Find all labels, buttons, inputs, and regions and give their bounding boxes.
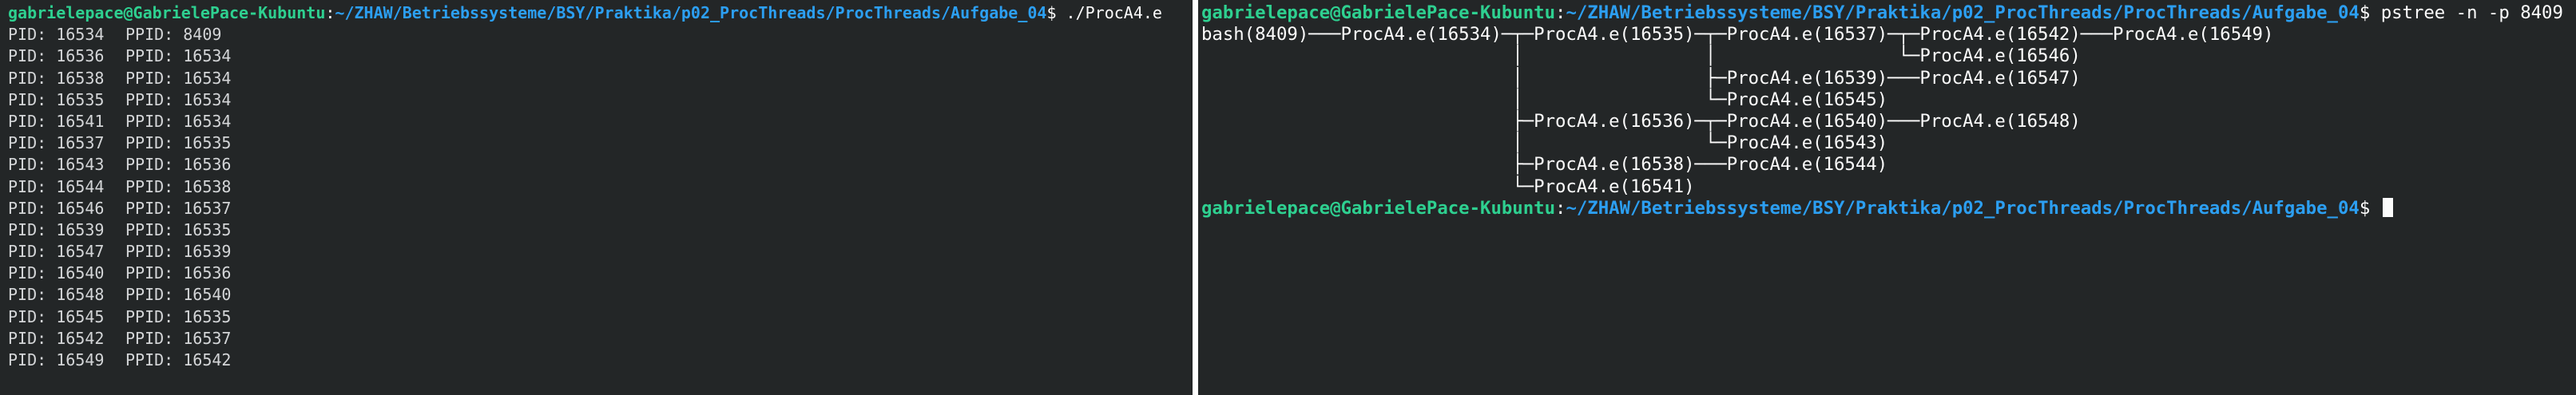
pid-value: PID: 16539 xyxy=(8,219,105,239)
ppid-value: PPID: 16540 xyxy=(125,285,232,305)
ppid-value: PPID: 16535 xyxy=(125,219,232,239)
prompt-user-host: gabrielepace@GabrielePace-Kubuntu xyxy=(1201,197,1555,219)
entered-command: ./ProcA4.e xyxy=(1066,3,1162,22)
process-row: PID: 16535 PPID: 16534 xyxy=(8,89,1193,111)
pstree-line: bash(8409)───ProcA4.e(16534)─┬─ProcA4.e(… xyxy=(1201,24,2274,45)
process-row: PID: 16543 PPID: 16536 xyxy=(8,154,1193,176)
prompt-path: ~/ZHAW/Betriebssysteme/BSY/Praktika/p02_… xyxy=(335,3,1047,22)
process-output-list: PID: 16534 PPID: 8409 PID: 16536 PPID: 1653… xyxy=(8,24,1193,371)
pstree-line: ├─ProcA4.e(16538)───ProcA4.e(16544) xyxy=(1201,154,1888,176)
pid-value: PID: 16543 xyxy=(8,155,105,175)
process-row: PID: 16539 PPID: 16535 xyxy=(8,219,1193,241)
ppid-value: PPID: 16534 xyxy=(125,111,232,131)
pid-value: PID: 16546 xyxy=(8,198,105,218)
pstree-output: bash(8409)───ProcA4.e(16534)─┬─ProcA4.e(… xyxy=(1201,24,2576,198)
process-row: PID: 16540 PPID: 16536 xyxy=(8,263,1193,284)
process-row: PID: 16534 PPID: 8409 xyxy=(8,24,1193,45)
pid-value: PID: 16535 xyxy=(8,89,105,109)
prompt-separator: : xyxy=(325,3,335,22)
entered-command: pstree -n -p 8409 xyxy=(2380,2,2563,23)
pid-value: PID: 16536 xyxy=(8,46,105,66)
pstree-line: └─ProcA4.e(16541) xyxy=(1201,176,1695,197)
left-terminal-pane[interactable]: gabrielepace@GabrielePace-Kubuntu:~/ZHAW… xyxy=(0,0,1193,395)
process-row: PID: 16541 PPID: 16534 xyxy=(8,111,1193,132)
ppid-value: PPID: 8409 xyxy=(125,25,222,45)
pid-value: PID: 16544 xyxy=(8,176,105,196)
prompt-separator: : xyxy=(1555,2,1566,23)
right-command-line: gabrielepace@GabrielePace-Kubuntu:~/ZHAW… xyxy=(1201,2,2576,24)
process-row: PID: 16549 PPID: 16542 xyxy=(8,350,1193,371)
ppid-value: PPID: 16535 xyxy=(125,133,232,153)
ppid-value: PPID: 16534 xyxy=(125,89,232,109)
ppid-value: PPID: 16535 xyxy=(125,306,232,326)
pstree-line: ├─ProcA4.e(16536)─┬─ProcA4.e(16540)───Pr… xyxy=(1201,110,2081,132)
pane-divider[interactable] xyxy=(1193,0,1198,395)
ppid-value: PPID: 16539 xyxy=(125,242,232,262)
right-terminal-pane[interactable]: gabrielepace@GabrielePace-Kubuntu:~/ZHAW… xyxy=(1198,0,2576,395)
pid-value: PID: 16534 xyxy=(8,25,105,45)
pstree-line: │ │ └─ProcA4.e(16546) xyxy=(1201,45,2081,67)
pid-value: PID: 16542 xyxy=(8,328,105,348)
ppid-value: PPID: 16537 xyxy=(125,198,232,218)
pid-value: PID: 16547 xyxy=(8,242,105,262)
pid-value: PID: 16540 xyxy=(8,263,105,283)
left-command-line: gabrielepace@GabrielePace-Kubuntu:~/ZHAW… xyxy=(8,2,1193,24)
process-row: PID: 16542 PPID: 16537 xyxy=(8,328,1193,350)
pstree-line: │ └─ProcA4.e(16545) xyxy=(1201,89,1888,110)
process-row: PID: 16537 PPID: 16535 xyxy=(8,132,1193,154)
active-prompt-line[interactable]: gabrielepace@GabrielePace-Kubuntu:~/ZHAW… xyxy=(1201,197,2576,219)
process-row: PID: 16548 PPID: 16540 xyxy=(8,284,1193,306)
pid-value: PID: 16548 xyxy=(8,285,105,305)
ppid-value: PPID: 16538 xyxy=(125,176,232,196)
prompt-user-host: gabrielepace@GabrielePace-Kubuntu xyxy=(1201,2,1555,23)
process-row: PID: 16546 PPID: 16537 xyxy=(8,198,1193,219)
pid-value: PID: 16537 xyxy=(8,133,105,153)
pid-value: PID: 16538 xyxy=(8,68,105,88)
prompt-user-host: gabrielepace@GabrielePace-Kubuntu xyxy=(8,3,326,22)
pid-value: PID: 16549 xyxy=(8,350,105,369)
pstree-line: │ ├─ProcA4.e(16539)───ProcA4.e(16547) xyxy=(1201,67,2081,89)
prompt-symbol: $ xyxy=(1046,3,1057,22)
ppid-value: PPID: 16534 xyxy=(125,46,232,66)
process-row: PID: 16544 PPID: 16538 xyxy=(8,176,1193,198)
process-row: PID: 16538 PPID: 16534 xyxy=(8,68,1193,89)
ppid-value: PPID: 16534 xyxy=(125,68,232,88)
ppid-value: PPID: 16537 xyxy=(125,328,232,348)
process-row: PID: 16547 PPID: 16539 xyxy=(8,241,1193,263)
terminal-cursor xyxy=(2382,197,2393,217)
ppid-value: PPID: 16536 xyxy=(125,263,232,283)
process-row: PID: 16545 PPID: 16535 xyxy=(8,306,1193,328)
prompt-path: ~/ZHAW/Betriebssysteme/BSY/Praktika/p02_… xyxy=(1566,197,2360,219)
prompt-symbol: $ xyxy=(2359,197,2371,219)
process-row: PID: 16536 PPID: 16534 xyxy=(8,45,1193,67)
ppid-value: PPID: 16542 xyxy=(125,350,232,369)
prompt-separator: : xyxy=(1555,197,1566,219)
prompt-path: ~/ZHAW/Betriebssysteme/BSY/Praktika/p02_… xyxy=(1566,2,2360,23)
prompt-symbol: $ xyxy=(2359,2,2371,23)
ppid-value: PPID: 16536 xyxy=(125,155,232,175)
pstree-line: │ └─ProcA4.e(16543) xyxy=(1201,132,1888,154)
pid-value: PID: 16541 xyxy=(8,111,105,131)
pid-value: PID: 16545 xyxy=(8,306,105,326)
